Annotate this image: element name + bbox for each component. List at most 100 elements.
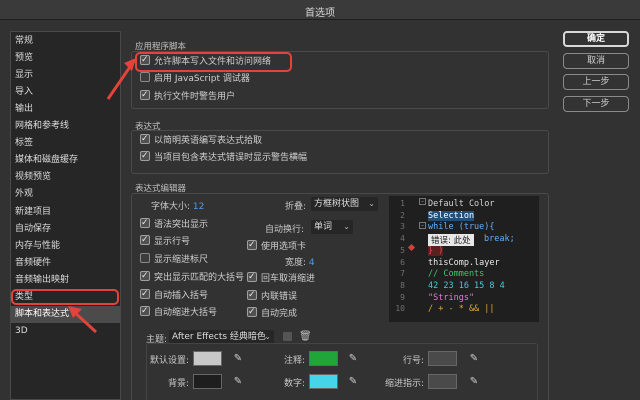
theme-select[interactable]: After Effects 经典暗色 ⌄ bbox=[169, 330, 274, 344]
color-swatch[interactable] bbox=[193, 351, 222, 366]
arrow-annotation-icon bbox=[68, 306, 98, 334]
show-indent-ruler-checkbox[interactable]: 显示缩进标尺 bbox=[140, 253, 208, 267]
line-number: 6 bbox=[400, 257, 405, 267]
chevron-down-icon: ⌄ bbox=[343, 222, 350, 231]
line-number: 7 bbox=[400, 269, 405, 279]
show-line-numbers-checkbox[interactable]: 显示行号 bbox=[140, 233, 190, 249]
checkbox-box bbox=[140, 72, 150, 82]
line-number: 4 bbox=[400, 234, 405, 244]
auto-indent-braces-checkbox[interactable]: 自动缩进大括号 bbox=[140, 304, 217, 320]
theme-color-label: 背景: bbox=[167, 379, 189, 389]
auto-insert-brackets-checkbox[interactable]: 自动插入括号 bbox=[140, 287, 208, 303]
checkbox-box bbox=[140, 233, 150, 247]
cr-cancel-indent-checkbox[interactable]: 回车取消缩进 bbox=[247, 270, 315, 286]
cancel-button[interactable]: 取消 bbox=[563, 53, 629, 69]
save-theme-icon[interactable] bbox=[283, 332, 292, 341]
eyedropper-icon[interactable]: ✎ bbox=[231, 375, 245, 389]
checkbox-box bbox=[247, 305, 257, 319]
code-line: Default Color bbox=[428, 199, 495, 209]
sidebar-item[interactable]: 标签 bbox=[11, 135, 120, 152]
code-preview: 1 Default Color 2 Selection 3 while (true){ 4 b… bbox=[389, 196, 539, 322]
ok-button[interactable]: 确定 bbox=[563, 31, 629, 47]
syntax-highlight-checkbox[interactable]: 语法突出显示 bbox=[140, 216, 208, 232]
title-bar: 首选项 bbox=[0, 0, 640, 20]
trash-icon[interactable]: 🗑 bbox=[299, 331, 312, 342]
code-line: } ) bbox=[428, 245, 444, 256]
checkbox-box bbox=[140, 216, 150, 230]
project-warning-checkbox[interactable]: 当项目包含表达式错误时显示警告横幅 bbox=[140, 149, 307, 165]
code-line: break; bbox=[484, 234, 515, 245]
line-number: 5 bbox=[400, 245, 405, 255]
sidebar-item[interactable]: 视频预览 bbox=[11, 169, 120, 186]
line-number: 2 bbox=[400, 210, 405, 220]
code-line: while (true){ bbox=[428, 222, 495, 233]
line-number: 8 bbox=[400, 280, 405, 290]
sidebar-item[interactable]: 外观 bbox=[11, 186, 120, 203]
highlight-annotation bbox=[135, 52, 292, 72]
sidebar-item[interactable]: 网格和参考线 bbox=[11, 118, 120, 135]
code-line: / + - * && || bbox=[428, 304, 495, 315]
fold-toggle-icon[interactable]: – bbox=[419, 222, 426, 229]
checkbox-box bbox=[247, 270, 257, 284]
sidebar-item[interactable]: 新建项目 bbox=[11, 204, 120, 221]
checkbox-box bbox=[140, 304, 150, 318]
fold-label: 折叠: bbox=[285, 202, 307, 212]
chevron-down-icon: ⌄ bbox=[368, 199, 375, 208]
code-line: Selection bbox=[428, 210, 475, 221]
expressions-title: 表达式 bbox=[135, 122, 161, 132]
color-swatch[interactable] bbox=[428, 351, 457, 366]
error-tooltip: 错误: 此处 bbox=[428, 233, 474, 246]
window-title: 首选项 bbox=[305, 8, 335, 19]
color-swatch[interactable] bbox=[309, 374, 338, 389]
checkbox-box bbox=[247, 238, 257, 252]
eyedropper-icon[interactable]: ✎ bbox=[467, 352, 481, 366]
sidebar-item[interactable]: 内存与性能 bbox=[11, 238, 120, 255]
width-value[interactable]: 4 bbox=[309, 258, 315, 268]
checkbox-box bbox=[140, 287, 150, 301]
line-number: 3 bbox=[400, 222, 405, 232]
line-number: 10 bbox=[395, 304, 405, 314]
color-swatch[interactable] bbox=[193, 374, 222, 389]
autocomplete-checkbox[interactable]: 自动完成 bbox=[247, 305, 297, 321]
chevron-down-icon: ⌄ bbox=[264, 332, 271, 341]
code-line: // Comments bbox=[428, 269, 485, 280]
code-line: thisComp.layer bbox=[428, 257, 500, 268]
line-number: 9 bbox=[400, 292, 405, 302]
color-swatch[interactable] bbox=[309, 351, 338, 366]
eyedropper-icon[interactable]: ✎ bbox=[231, 352, 245, 366]
auto-wrap-select[interactable]: 单词 ⌄ bbox=[311, 220, 353, 234]
pickwhip-english-checkbox[interactable]: 以简明英语编写表达式拾取 bbox=[140, 132, 262, 148]
use-tabs-checkbox[interactable]: 使用选项卡 bbox=[247, 238, 306, 254]
fold-select[interactable]: 方框树状图 ⌄ bbox=[311, 197, 378, 211]
arrow-annotation-icon bbox=[106, 58, 136, 100]
inline-errors-checkbox[interactable]: 内联错误 bbox=[247, 288, 297, 304]
checkbox-box bbox=[140, 132, 150, 146]
app-scripts-title: 应用程序脚本 bbox=[135, 42, 187, 52]
sidebar-item[interactable]: 音频输出映射 bbox=[11, 272, 120, 289]
width-label: 宽度: 4 bbox=[285, 258, 315, 268]
sidebar-item[interactable]: 音频硬件 bbox=[11, 255, 120, 272]
fold-toggle-icon[interactable]: – bbox=[419, 198, 426, 205]
checkbox-box bbox=[140, 149, 150, 163]
code-line: 42 23 16 15 8 4 bbox=[428, 280, 505, 291]
checkbox-box bbox=[140, 88, 150, 102]
warn-exec-checkbox[interactable]: 执行文件时警告用户 bbox=[140, 88, 235, 104]
sidebar-item[interactable]: 常规 bbox=[11, 33, 120, 50]
line-number: 1 bbox=[400, 199, 405, 208]
checkbox-box bbox=[140, 253, 150, 263]
enable-debugger-checkbox[interactable]: 启用 JavaScript 调试器 bbox=[140, 72, 250, 86]
prev-button[interactable]: 上一步 bbox=[563, 74, 629, 90]
next-button[interactable]: 下一步 bbox=[563, 96, 629, 112]
theme-color-label: 注释: bbox=[283, 356, 305, 366]
code-line: "Strings" bbox=[428, 292, 475, 303]
sidebar-item[interactable]: 媒体和磁盘缓存 bbox=[11, 152, 120, 169]
font-size-value[interactable]: 12 bbox=[193, 202, 204, 212]
eyedropper-icon[interactable]: ✎ bbox=[467, 375, 481, 389]
theme-color-label: 默认设置: bbox=[149, 356, 189, 366]
highlight-brackets-checkbox[interactable]: 突出显示匹配的大括号 bbox=[140, 269, 244, 285]
eyedropper-icon[interactable]: ✎ bbox=[346, 375, 360, 389]
color-swatch[interactable] bbox=[428, 374, 457, 389]
checkbox-box bbox=[247, 288, 257, 302]
eyedropper-icon[interactable]: ✎ bbox=[346, 352, 360, 366]
sidebar-item[interactable]: 自动保存 bbox=[11, 221, 120, 238]
